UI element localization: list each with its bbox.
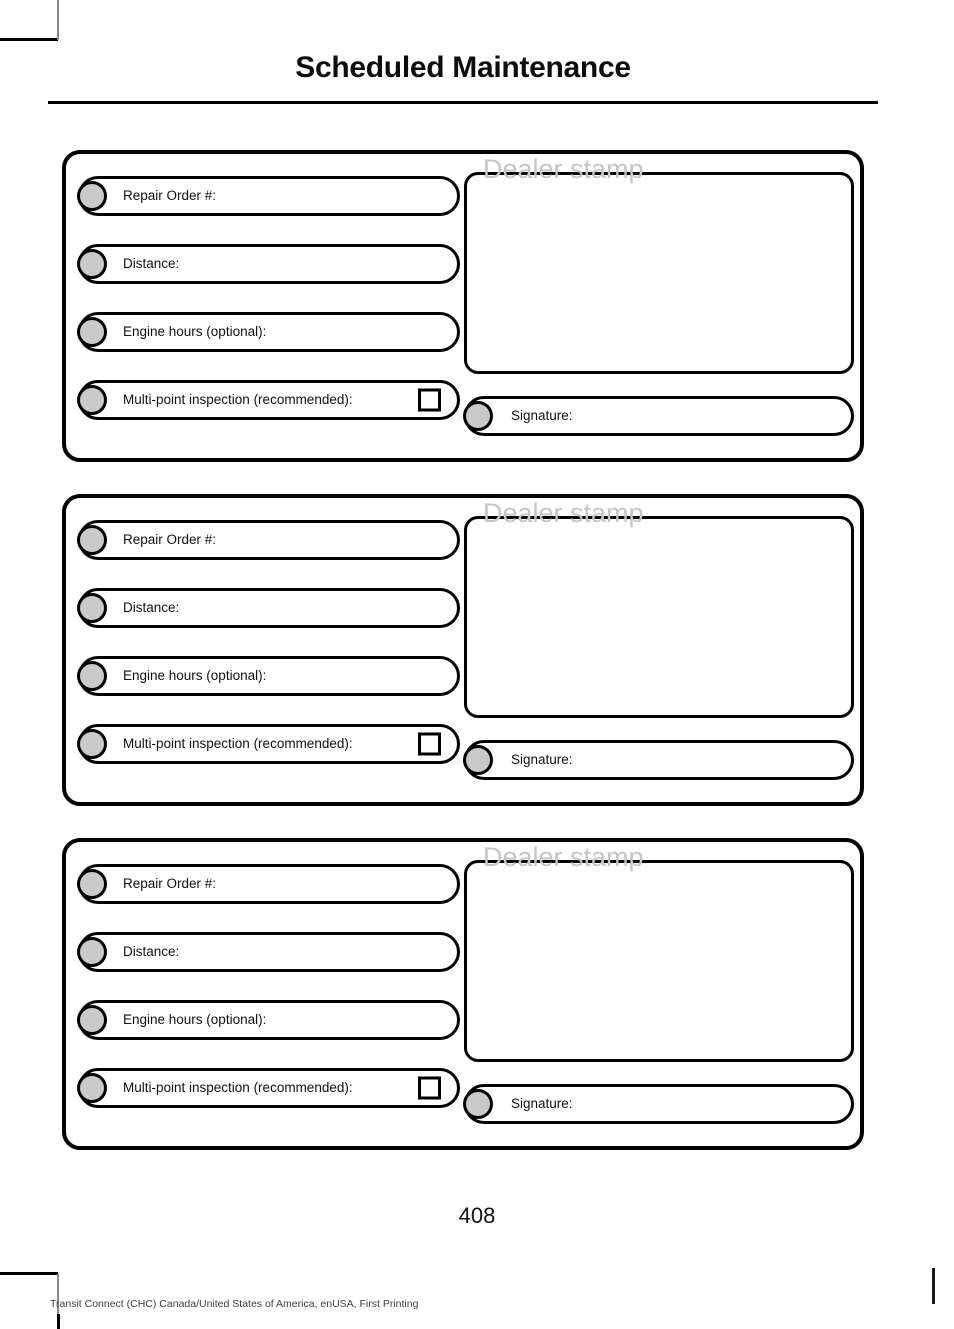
signature-field-1[interactable]: Signature: xyxy=(463,396,854,436)
header-divider xyxy=(48,101,878,104)
bullet-icon xyxy=(463,745,493,775)
record-stamp-area-3: Dealer stamp Signature: xyxy=(463,842,854,1124)
distance-field-1[interactable]: Distance: xyxy=(77,244,460,284)
record-stamp-area-2: Dealer stamp Signature: xyxy=(463,498,854,780)
repair-order-label: Repair Order #: xyxy=(123,188,217,203)
crop-mark-bottom-left-tick xyxy=(57,1314,60,1329)
bullet-icon xyxy=(77,525,107,555)
engine-hours-label: Engine hours (optional): xyxy=(123,668,267,683)
distance-label: Distance: xyxy=(123,256,180,271)
engine-hours-field-1[interactable]: Engine hours (optional): xyxy=(77,312,460,352)
crop-mark-top-left-vertical xyxy=(57,0,59,40)
engine-hours-field-2[interactable]: Engine hours (optional): xyxy=(77,656,460,696)
bullet-icon xyxy=(77,729,107,759)
engine-hours-label: Engine hours (optional): xyxy=(123,1012,267,1027)
bullet-icon xyxy=(77,385,107,415)
engine-hours-field-3[interactable]: Engine hours (optional): xyxy=(77,1000,460,1040)
multi-point-inspection-field-3[interactable]: Multi-point inspection (recommended): xyxy=(77,1068,460,1108)
page-title: Scheduled Maintenance xyxy=(295,51,631,84)
distance-field-2[interactable]: Distance: xyxy=(77,588,460,628)
repair-order-label: Repair Order #: xyxy=(123,876,217,891)
bullet-icon xyxy=(77,317,107,347)
multi-point-inspection-field-2[interactable]: Multi-point inspection (recommended): xyxy=(77,724,460,764)
dealer-stamp-label: Dealer stamp xyxy=(483,154,644,184)
record-fields-3: Repair Order #: Distance: Engine hours (… xyxy=(77,864,460,1108)
signature-field-2[interactable]: Signature: xyxy=(463,740,854,780)
page-header: Scheduled Maintenance xyxy=(48,50,878,86)
page-number: 408 xyxy=(458,1203,496,1228)
distance-label: Distance: xyxy=(123,600,180,615)
service-record-block-2: Repair Order #: Distance: Engine hours (… xyxy=(62,494,864,806)
crop-mark-top-left-horizontal xyxy=(0,38,58,41)
bullet-icon xyxy=(463,401,493,431)
footer-imprint: Transit Connect (CHC) Canada/United Stat… xyxy=(50,1298,419,1310)
signature-label: Signature: xyxy=(511,752,573,767)
repair-order-field-3[interactable]: Repair Order #: xyxy=(77,864,460,904)
repair-order-field-1[interactable]: Repair Order #: xyxy=(77,176,460,216)
crop-mark-bottom-right-tick xyxy=(932,1268,935,1304)
service-record-block-1: Repair Order #: Distance: Engine hours (… xyxy=(62,150,864,462)
multi-point-inspection-checkbox[interactable] xyxy=(418,388,441,412)
record-fields-1: Repair Order #: Distance: Engine hours (… xyxy=(77,176,460,420)
signature-label: Signature: xyxy=(511,408,573,423)
dealer-stamp-label: Dealer stamp xyxy=(483,498,644,528)
bullet-icon xyxy=(77,661,107,691)
signature-field-3[interactable]: Signature: xyxy=(463,1084,854,1124)
dealer-stamp-label: Dealer stamp xyxy=(483,842,644,872)
multi-point-inspection-label: Multi-point inspection (recommended): xyxy=(123,736,353,751)
repair-order-field-2[interactable]: Repair Order #: xyxy=(77,520,460,560)
engine-hours-label: Engine hours (optional): xyxy=(123,324,267,339)
bullet-icon xyxy=(77,593,107,623)
bullet-icon xyxy=(77,937,107,967)
crop-mark-bottom-left-horizontal xyxy=(0,1272,58,1275)
multi-point-inspection-checkbox[interactable] xyxy=(418,1076,441,1100)
bullet-icon xyxy=(77,181,107,211)
multi-point-inspection-label: Multi-point inspection (recommended): xyxy=(123,392,353,407)
distance-field-3[interactable]: Distance: xyxy=(77,932,460,972)
multi-point-inspection-checkbox[interactable] xyxy=(418,732,441,756)
record-stamp-area-1: Dealer stamp Signature: xyxy=(463,154,854,436)
multi-point-inspection-label: Multi-point inspection (recommended): xyxy=(123,1080,353,1095)
dealer-stamp-box-1[interactable]: Dealer stamp xyxy=(464,154,854,374)
dealer-stamp-box-3[interactable]: Dealer stamp xyxy=(464,842,854,1062)
repair-order-label: Repair Order #: xyxy=(123,532,217,547)
signature-label: Signature: xyxy=(511,1096,573,1111)
multi-point-inspection-field-1[interactable]: Multi-point inspection (recommended): xyxy=(77,380,460,420)
service-record-block-3: Repair Order #: Distance: Engine hours (… xyxy=(62,838,864,1150)
bullet-icon xyxy=(77,1073,107,1103)
distance-label: Distance: xyxy=(123,944,180,959)
bullet-icon xyxy=(77,869,107,899)
document-page: Scheduled Maintenance Repair Order #: Di… xyxy=(0,0,954,1329)
record-fields-2: Repair Order #: Distance: Engine hours (… xyxy=(77,520,460,764)
bullet-icon xyxy=(463,1089,493,1119)
dealer-stamp-box-2[interactable]: Dealer stamp xyxy=(464,498,854,718)
bullet-icon xyxy=(77,1005,107,1035)
bullet-icon xyxy=(77,249,107,279)
